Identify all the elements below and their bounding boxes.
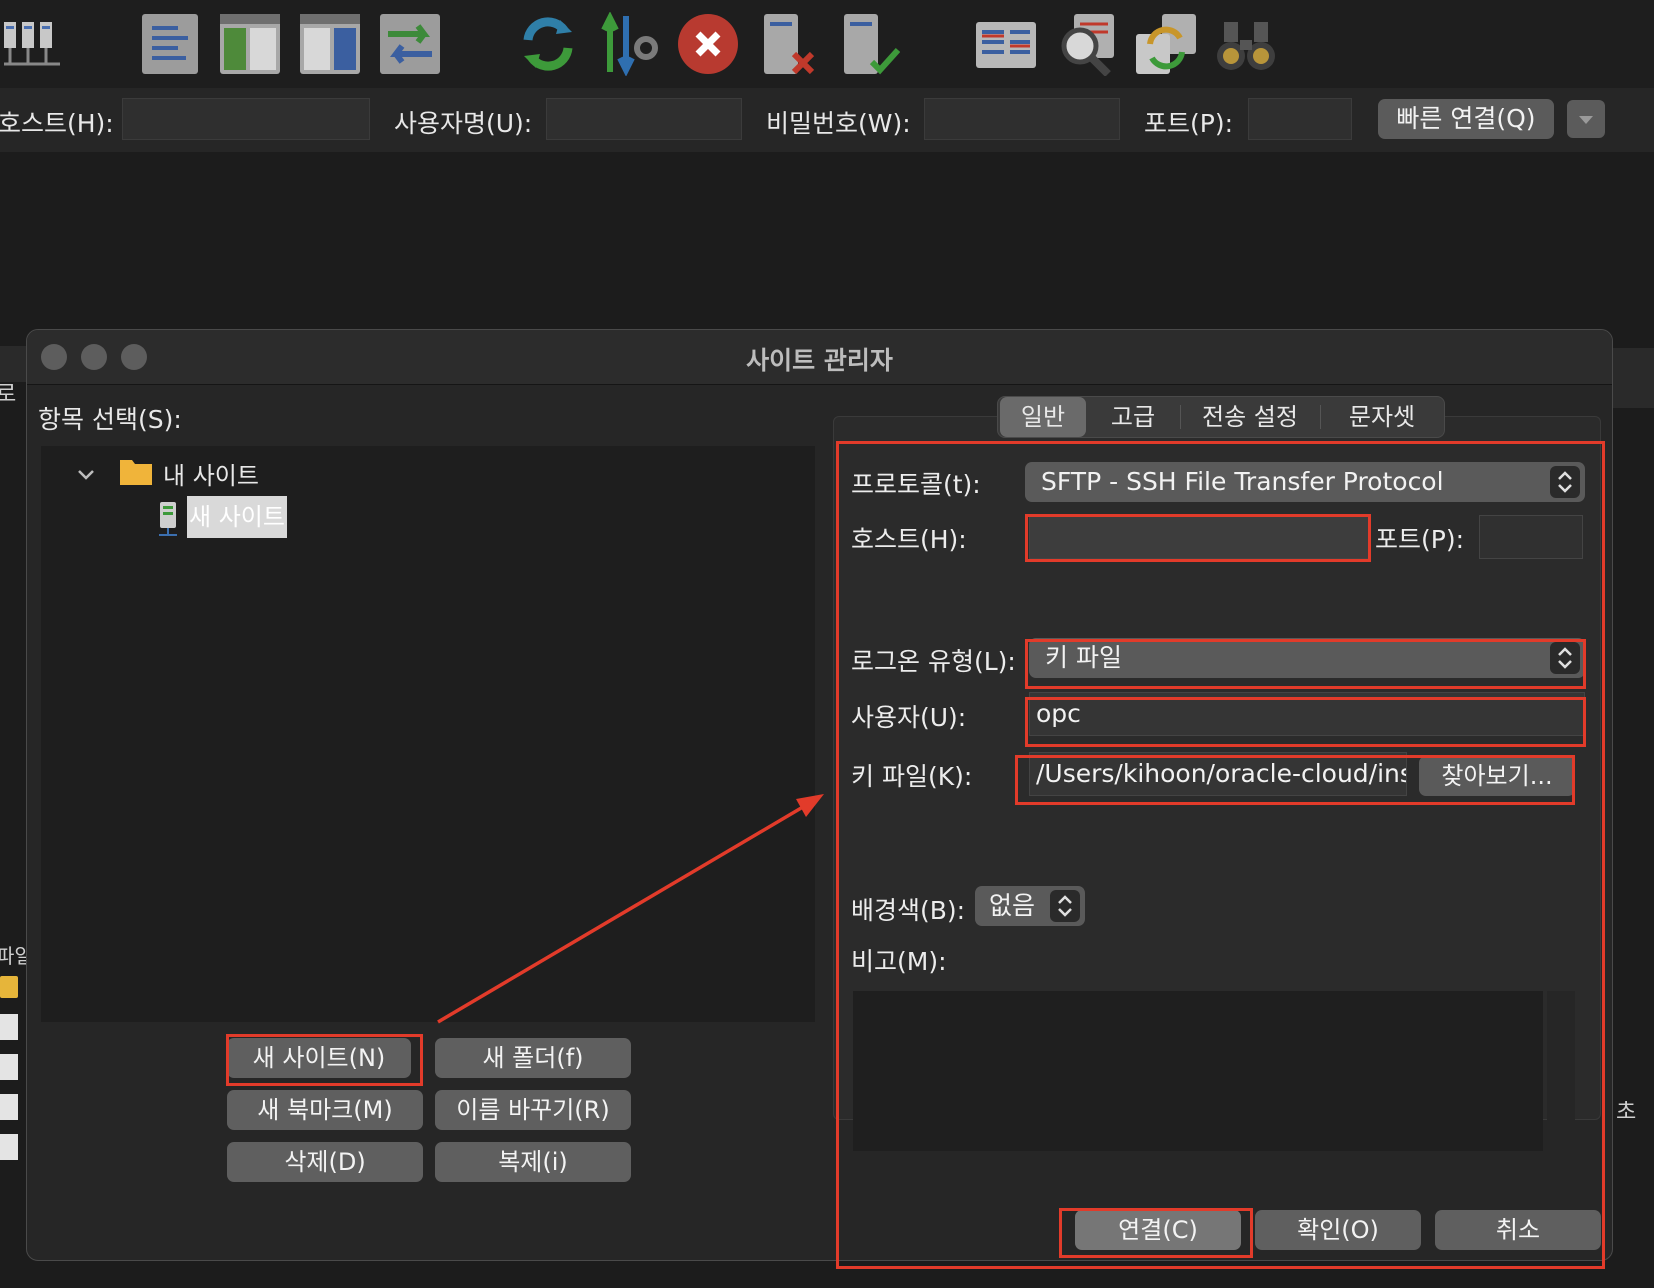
logon-type-label: 로그온 유형(L): bbox=[851, 647, 1016, 676]
tab-transfer-settings[interactable]: 전송 설정 bbox=[1182, 397, 1318, 437]
tree-site-item-selected[interactable]: 새 사이트 bbox=[187, 496, 287, 538]
port-label: 포트(P): bbox=[1375, 525, 1465, 554]
bg-right-strip bbox=[1613, 348, 1654, 408]
quick-port-input[interactable] bbox=[1248, 98, 1352, 140]
file-icon bbox=[0, 1054, 18, 1080]
search-icon[interactable] bbox=[1054, 12, 1118, 76]
protocol-label: 프로토콜(t): bbox=[851, 470, 981, 499]
quick-port-label: 포트(P): bbox=[1144, 109, 1234, 138]
reconnect-icon[interactable] bbox=[836, 12, 900, 76]
new-site-button[interactable]: 새 사이트(N) bbox=[227, 1038, 411, 1078]
site-manager-icon[interactable] bbox=[0, 12, 64, 76]
folder-icon bbox=[120, 460, 152, 485]
disconnect-icon[interactable] bbox=[756, 12, 820, 76]
rename-button[interactable]: 이름 바꾸기(R) bbox=[435, 1090, 631, 1130]
sync-browse-icon[interactable] bbox=[1134, 12, 1198, 76]
stepper-arrows-icon bbox=[1550, 642, 1580, 674]
protocol-select[interactable]: SFTP - SSH File Transfer Protocol bbox=[1025, 462, 1585, 502]
protocol-value: SFTP - SSH File Transfer Protocol bbox=[1041, 467, 1444, 496]
comments-textarea[interactable] bbox=[853, 991, 1543, 1151]
host-label: 호스트(H): bbox=[851, 525, 967, 554]
binoculars-icon[interactable] bbox=[1214, 12, 1278, 76]
tab-advanced[interactable]: 고급 bbox=[1088, 397, 1178, 437]
quick-host-label: 호스트(H): bbox=[0, 109, 114, 138]
keyfile-input[interactable]: /Users/kihoon/oracle-cloud/ins bbox=[1029, 752, 1407, 796]
process-queue-icon[interactable] bbox=[596, 12, 660, 76]
stepper-arrows-icon bbox=[1550, 466, 1580, 498]
directory-listing-filter-icon[interactable] bbox=[974, 12, 1038, 76]
background-color-value: 없음 bbox=[989, 891, 1036, 920]
transfer-queue-icon[interactable] bbox=[378, 12, 442, 76]
dialog-title: 사이트 관리자 bbox=[746, 346, 893, 375]
browse-button[interactable]: 찾아보기... bbox=[1419, 756, 1575, 796]
file-icon bbox=[0, 1014, 18, 1040]
user-input[interactable]: opc bbox=[1029, 692, 1585, 736]
quick-host-input[interactable] bbox=[122, 98, 370, 140]
quickconnect-dropdown-button[interactable] bbox=[1567, 100, 1605, 138]
comments-label: 비고(M): bbox=[851, 947, 947, 976]
remote-tree-icon[interactable] bbox=[298, 12, 362, 76]
keyfile-label: 키 파일(K): bbox=[851, 762, 973, 791]
local-tree-icon[interactable] bbox=[218, 12, 282, 76]
quick-password-label: 비밀번호(W): bbox=[766, 109, 911, 138]
quick-user-label: 사용자명(U): bbox=[394, 109, 533, 138]
logon-type-value: 키 파일 bbox=[1045, 643, 1122, 672]
file-icon bbox=[0, 1134, 18, 1160]
settings-tabs: 일반 고급 전송 설정 문자셋 bbox=[997, 396, 1445, 438]
dialog-titlebar: 사이트 관리자 bbox=[27, 330, 1612, 385]
server-icon bbox=[159, 502, 177, 536]
site-tree[interactable]: 내 사이트 새 사이트 bbox=[41, 446, 815, 1022]
user-label: 사용자(U): bbox=[851, 703, 967, 732]
logon-type-select[interactable]: 키 파일 bbox=[1029, 638, 1585, 678]
folder-icon bbox=[0, 976, 18, 998]
cancel-operation-icon[interactable] bbox=[676, 12, 740, 76]
chevron-down-icon[interactable] bbox=[75, 464, 97, 486]
message-log-icon[interactable] bbox=[138, 12, 202, 76]
file-icon bbox=[0, 1094, 18, 1120]
duplicate-button[interactable]: 복제(i) bbox=[435, 1142, 631, 1182]
tab-charset[interactable]: 문자셋 bbox=[1322, 397, 1442, 437]
bg-right-fragment: 초 bbox=[1616, 1100, 1637, 1125]
refresh-icon[interactable] bbox=[516, 12, 580, 76]
quickconnect-button[interactable]: 빠른 연결(Q) bbox=[1378, 99, 1554, 139]
new-folder-button[interactable]: 새 폴더(f) bbox=[435, 1038, 631, 1078]
bg-log-fragment: 로 bbox=[0, 382, 17, 407]
delete-button[interactable]: 삭제(D) bbox=[227, 1142, 423, 1182]
new-bookmark-button[interactable]: 새 북마크(M) bbox=[227, 1090, 423, 1130]
host-input[interactable] bbox=[1029, 515, 1369, 559]
tab-general[interactable]: 일반 bbox=[1000, 397, 1086, 437]
connect-button[interactable]: 연결(C) bbox=[1075, 1210, 1241, 1250]
comments-scrollbar[interactable] bbox=[1547, 991, 1575, 1151]
main-toolbar bbox=[0, 0, 1654, 89]
stepper-arrows-icon bbox=[1050, 890, 1080, 922]
quick-user-input[interactable] bbox=[546, 98, 742, 140]
site-manager-dialog: 사이트 관리자 항목 선택(S): 내 사이트 새 사이트 새 사이트(N) 새… bbox=[26, 329, 1613, 1261]
ok-button[interactable]: 확인(O) bbox=[1255, 1210, 1421, 1250]
background-color-label: 배경색(B): bbox=[851, 896, 966, 925]
tree-folder-label[interactable]: 내 사이트 bbox=[163, 456, 259, 491]
entry-select-label: 항목 선택(S): bbox=[38, 405, 182, 434]
cancel-button[interactable]: 취소 bbox=[1435, 1210, 1601, 1250]
quick-password-input[interactable] bbox=[924, 98, 1120, 140]
background-color-select[interactable]: 없음 bbox=[975, 886, 1085, 926]
port-input[interactable] bbox=[1479, 515, 1583, 559]
